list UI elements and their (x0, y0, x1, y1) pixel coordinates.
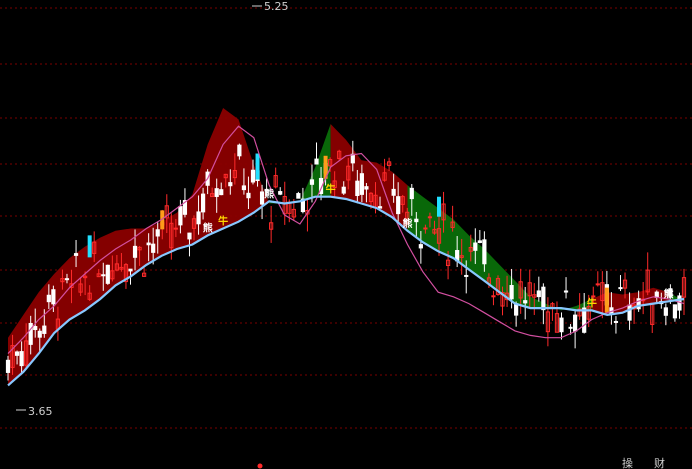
candle-body (46, 294, 51, 303)
candle-body (341, 186, 346, 194)
highlight-candle (437, 196, 442, 217)
candle-body (173, 227, 178, 230)
candle-body (155, 229, 160, 237)
candle-body (559, 317, 564, 333)
candle-body (14, 351, 20, 356)
candle-body (128, 268, 133, 272)
bull-signal: 牛 (587, 296, 597, 309)
candle-body (241, 185, 247, 191)
candle-body (414, 218, 419, 223)
candle-body (309, 179, 315, 185)
candle-body (73, 253, 79, 256)
candle-body (146, 242, 151, 246)
candle-body (355, 180, 360, 197)
candle-body (5, 359, 11, 373)
price-chart: 牛熊熊 牛熊牛熊5.253.65操财 (0, 0, 692, 469)
bottom-dot (257, 463, 263, 469)
candle-body (377, 206, 383, 209)
candle-body (350, 153, 355, 164)
candle-body (573, 314, 578, 332)
candle-body (568, 326, 573, 329)
candle-body (296, 193, 301, 199)
candle-body (187, 232, 192, 240)
candle-body (37, 330, 42, 338)
candle-body (523, 300, 528, 304)
candle-body (482, 239, 487, 265)
candle-body (228, 182, 233, 187)
candle-body (200, 193, 206, 213)
high-price-label: 5.25 (264, 0, 289, 13)
highlight-candle (255, 153, 260, 180)
candle-body (582, 307, 587, 333)
candle-body (613, 320, 619, 323)
chart-container: 牛熊熊牛熊牛熊 5.25 3.65 操财 (0, 0, 692, 469)
candle-body (259, 191, 265, 205)
candle-body (359, 173, 364, 195)
candle-body (509, 285, 514, 300)
candle-body (151, 243, 156, 253)
candle-body (396, 196, 401, 215)
bottom-mark: 财 (654, 456, 665, 469)
candle-body (196, 211, 201, 225)
candle-body (42, 325, 47, 334)
candle-body (278, 191, 283, 195)
candle-body (237, 144, 242, 157)
candle-body (364, 186, 369, 190)
candle-body (427, 216, 433, 219)
candle-body (491, 295, 496, 298)
candle-body (19, 351, 24, 367)
candle-body (314, 158, 319, 165)
candle-body (514, 303, 519, 316)
highlight-candle (604, 287, 609, 313)
low-price-label: 3.65 (28, 405, 53, 418)
bull-band (330, 124, 408, 231)
candle-body (64, 278, 70, 281)
bear-signal: 熊 (203, 221, 213, 234)
candle-body (473, 242, 478, 251)
candle-body (219, 189, 224, 196)
bear-signal: 熊 (664, 287, 674, 300)
candle-body (536, 290, 541, 298)
bottom-mark: 操 (622, 456, 633, 469)
candle-body (214, 188, 219, 197)
bear-signal: 熊 (402, 217, 412, 230)
bear-signal: 熊 (264, 187, 274, 200)
candle-body (250, 169, 256, 183)
candle-body (663, 307, 668, 316)
candle-body (51, 289, 56, 305)
candle-body (423, 227, 428, 230)
candle-body (672, 304, 678, 319)
candle-body (418, 244, 423, 249)
ma-long-line (7, 195, 685, 387)
candle-body (591, 295, 596, 298)
candle-body (595, 283, 600, 286)
candle-body (618, 287, 623, 290)
candle-body (464, 274, 469, 277)
bull-signal: 牛 (218, 215, 228, 228)
candle-body (627, 304, 632, 321)
candle-body (33, 326, 38, 331)
highlight-candle (87, 235, 92, 258)
candle-body (477, 240, 482, 244)
candle-body (391, 188, 396, 196)
candle-body (132, 245, 138, 258)
candle-body (246, 192, 251, 199)
candle-body (563, 290, 569, 293)
candle-body (101, 274, 106, 277)
bull-signal: 牛 (326, 183, 336, 196)
candle-body (541, 286, 546, 311)
candle-body (409, 187, 414, 200)
candle-body (105, 264, 110, 284)
candle-body (28, 322, 33, 345)
candle-body (178, 206, 183, 226)
